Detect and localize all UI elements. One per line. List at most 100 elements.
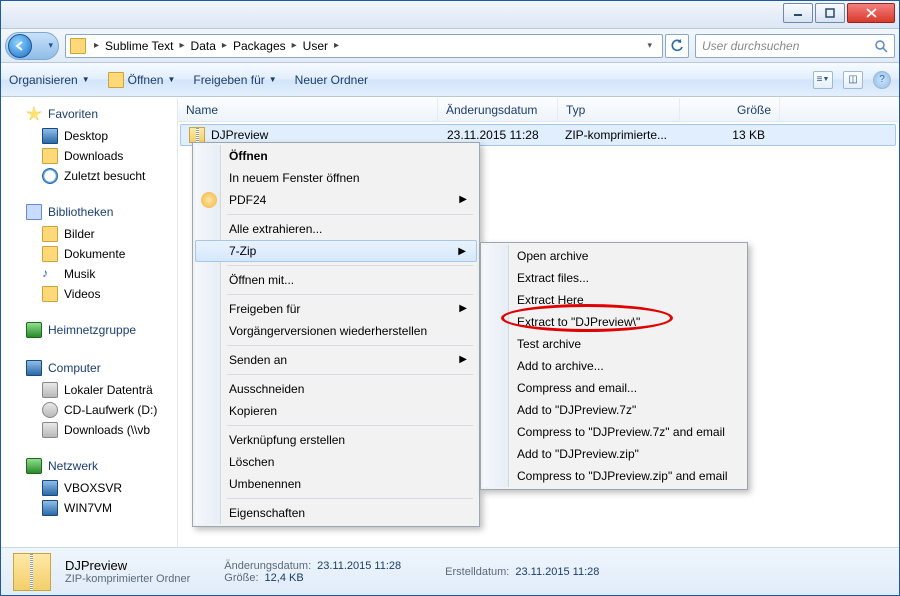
column-type[interactable]: Typ xyxy=(558,98,680,121)
star-icon xyxy=(26,106,42,122)
ctx-send-to[interactable]: Senden an▶ xyxy=(195,349,477,371)
breadcrumb-item[interactable]: Data xyxy=(191,39,216,53)
breadcrumb-item[interactable]: User xyxy=(303,39,328,53)
favorites-group[interactable]: Favoriten xyxy=(8,102,177,126)
ctx-add-7z[interactable]: Add to "DJPreview.7z" xyxy=(483,399,745,421)
ctx-compress-email[interactable]: Compress and email... xyxy=(483,377,745,399)
sidebar-item-recent[interactable]: Zuletzt besucht xyxy=(8,166,177,186)
back-forward-buttons[interactable]: ▾ xyxy=(5,32,59,60)
ctx-add-zip[interactable]: Add to "DJPreview.zip" xyxy=(483,443,745,465)
ctx-extract-files[interactable]: Extract files... xyxy=(483,267,745,289)
libraries-icon xyxy=(26,204,42,220)
minimize-button[interactable] xyxy=(783,3,813,23)
preview-pane-button[interactable]: ◫ xyxy=(843,71,863,89)
column-size[interactable]: Größe xyxy=(680,98,780,121)
back-button[interactable] xyxy=(8,34,32,58)
folder-icon xyxy=(70,38,86,54)
column-date[interactable]: Änderungsdatum xyxy=(438,98,558,121)
navigation-pane: Favoriten Desktop Downloads Zuletzt besu… xyxy=(2,98,178,547)
ctx-copy[interactable]: Kopieren xyxy=(195,400,477,422)
view-mode-button[interactable]: ≡ ▼ xyxy=(813,71,833,89)
context-menu: Öffnen In neuem Fenster öffnen PDF24▶ Al… xyxy=(192,142,480,527)
breadcrumb-item[interactable]: Sublime Text xyxy=(105,39,173,53)
ctx-properties[interactable]: Eigenschaften xyxy=(195,502,477,524)
computer-icon xyxy=(26,360,42,376)
open-icon xyxy=(108,72,124,88)
sidebar-item-win7vm[interactable]: WIN7VM xyxy=(8,498,177,518)
ctx-open-new-window[interactable]: In neuem Fenster öffnen xyxy=(195,167,477,189)
details-main: DJPreview ZIP-komprimierter Ordner xyxy=(65,558,190,585)
sidebar-item-music[interactable]: ♪Musik xyxy=(8,264,177,284)
search-placeholder: User durchsuchen xyxy=(702,39,799,53)
zip-icon xyxy=(13,553,51,591)
navigation-bar: ▾ ▸ Sublime Text ▸ Data ▸ Packages ▸ Use… xyxy=(1,29,899,63)
ctx-pdf24[interactable]: PDF24▶ xyxy=(195,189,477,211)
maximize-button[interactable] xyxy=(815,3,845,23)
sidebar-item-desktop[interactable]: Desktop xyxy=(8,126,177,146)
ctx-open-archive[interactable]: Open archive xyxy=(483,245,745,267)
sidebar-item-documents[interactable]: Dokumente xyxy=(8,244,177,264)
ctx-restore-versions[interactable]: Vorgängerversionen wiederherstellen xyxy=(195,320,477,342)
search-icon xyxy=(874,39,888,53)
folder-icon xyxy=(42,226,58,242)
pdf24-icon xyxy=(201,192,217,208)
share-button[interactable]: Freigeben für▼ xyxy=(193,73,276,87)
ctx-cut[interactable]: Ausschneiden xyxy=(195,378,477,400)
details-pane: DJPreview ZIP-komprimierter Ordner Änder… xyxy=(1,547,899,595)
organize-button[interactable]: Organisieren▼ xyxy=(9,73,90,87)
ctx-open-with[interactable]: Öffnen mit... xyxy=(195,269,477,291)
ctx-delete[interactable]: Löschen xyxy=(195,451,477,473)
clock-icon xyxy=(42,168,58,184)
history-dropdown-icon[interactable]: ▾ xyxy=(48,40,53,51)
breadcrumb-item[interactable]: Packages xyxy=(233,39,286,53)
window-controls xyxy=(781,3,895,23)
computer-icon xyxy=(42,480,58,496)
ctx-share[interactable]: Freigeben für▶ xyxy=(195,298,477,320)
network-group[interactable]: Netzwerk xyxy=(8,454,177,478)
sidebar-item-network-downloads[interactable]: Downloads (\\vb xyxy=(8,420,177,440)
sidebar-item-videos[interactable]: Videos xyxy=(8,284,177,304)
ctx-7zip[interactable]: 7-Zip▶ xyxy=(195,240,477,262)
help-button[interactable]: ? xyxy=(873,71,891,89)
file-type: ZIP-komprimierte... xyxy=(557,128,677,142)
libraries-group[interactable]: Bibliotheken xyxy=(8,200,177,224)
ctx-compress-zip-email[interactable]: Compress to "DJPreview.zip" and email xyxy=(483,465,745,487)
ctx-test-archive[interactable]: Test archive xyxy=(483,333,745,355)
details-meta-2: Erstelldatum:23.11.2015 11:28 xyxy=(445,566,599,578)
column-name[interactable]: Name xyxy=(178,98,438,121)
breadcrumb-bar[interactable]: ▸ Sublime Text ▸ Data ▸ Packages ▸ User … xyxy=(65,34,663,58)
ctx-extract-here[interactable]: Extract Here xyxy=(483,289,745,311)
sidebar-item-vboxsvr[interactable]: VBOXSVR xyxy=(8,478,177,498)
close-button[interactable] xyxy=(847,3,895,23)
network-icon xyxy=(26,458,42,474)
ctx-extract-all[interactable]: Alle extrahieren... xyxy=(195,218,477,240)
sidebar-item-pictures[interactable]: Bilder xyxy=(8,224,177,244)
sidebar-item-downloads[interactable]: Downloads xyxy=(8,146,177,166)
sidebar-item-cd-drive[interactable]: CD-Laufwerk (D:) xyxy=(8,400,177,420)
homegroup-group[interactable]: Heimnetzgruppe xyxy=(8,318,177,342)
folder-icon xyxy=(42,246,58,262)
folder-icon xyxy=(42,286,58,302)
explorer-window: ▾ ▸ Sublime Text ▸ Data ▸ Packages ▸ Use… xyxy=(0,0,900,596)
ctx-open[interactable]: Öffnen xyxy=(195,145,477,167)
details-meta: Änderungsdatum:23.11.2015 11:28 Größe:12… xyxy=(224,560,401,584)
sidebar-item-local-disk[interactable]: Lokaler Datenträ xyxy=(8,380,177,400)
open-button[interactable]: Öffnen▼ xyxy=(108,72,176,88)
ctx-rename[interactable]: Umbenennen xyxy=(195,473,477,495)
sevenzip-submenu: Open archive Extract files... Extract He… xyxy=(480,242,748,490)
search-input[interactable]: User durchsuchen xyxy=(695,34,895,58)
computer-group[interactable]: Computer xyxy=(8,356,177,380)
network-drive-icon xyxy=(42,422,58,438)
column-headers: Name Änderungsdatum Typ Größe xyxy=(178,98,898,122)
breadcrumb-dropdown-icon[interactable]: ▾ xyxy=(641,40,658,51)
refresh-button[interactable] xyxy=(665,34,689,58)
ctx-compress-7z-email[interactable]: Compress to "DJPreview.7z" and email xyxy=(483,421,745,443)
zip-icon xyxy=(189,127,205,143)
command-bar: Organisieren▼ Öffnen▼ Freigeben für▼ Neu… xyxy=(1,63,899,97)
ctx-add-to-archive[interactable]: Add to archive... xyxy=(483,355,745,377)
disk-icon xyxy=(42,382,58,398)
titlebar xyxy=(1,1,899,29)
ctx-extract-to-folder[interactable]: Extract to "DJPreview\" xyxy=(483,311,745,333)
new-folder-button[interactable]: Neuer Ordner xyxy=(295,73,368,87)
ctx-create-shortcut[interactable]: Verknüpfung erstellen xyxy=(195,429,477,451)
